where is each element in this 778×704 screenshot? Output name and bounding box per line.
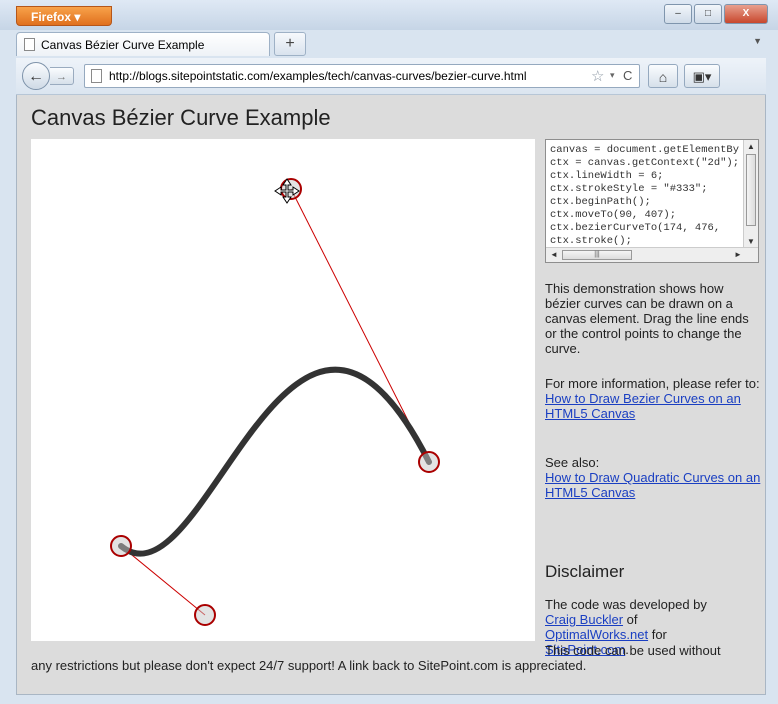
link-bezier-article[interactable]: How to Draw Bezier Curves on an HTML5 Ca… bbox=[545, 391, 741, 421]
reload-icon[interactable]: C bbox=[623, 68, 637, 84]
maximize-button[interactable]: □ bbox=[694, 4, 722, 24]
disclaimer-heading: Disclaimer bbox=[545, 562, 625, 581]
firefox-menu-button[interactable]: Firefox ▾ bbox=[16, 6, 112, 26]
start-point-handle[interactable] bbox=[110, 535, 132, 557]
horizontal-scroll-thumb[interactable]: ||| bbox=[562, 250, 632, 260]
canvas-svg bbox=[110, 178, 440, 626]
back-forward-group: ← → bbox=[22, 62, 78, 90]
link-company[interactable]: OptimalWorks.net bbox=[545, 627, 648, 642]
code-listing[interactable]: canvas = document.getElementById("canvas… bbox=[545, 139, 759, 263]
code-vertical-scrollbar[interactable]: ▲ ▼ bbox=[743, 140, 758, 248]
forward-button[interactable]: → bbox=[50, 67, 74, 85]
end-point-handle[interactable] bbox=[418, 451, 440, 473]
firefox-menu-label: Firefox bbox=[31, 10, 72, 24]
site-page-icon bbox=[91, 69, 102, 83]
link-author[interactable]: Craig Buckler bbox=[545, 612, 623, 627]
url-bar[interactable]: ☆ ▾ C bbox=[84, 64, 640, 88]
tab-strip: Canvas Bézier Curve Example + ▼ bbox=[16, 32, 766, 58]
new-tab-button[interactable]: + bbox=[274, 32, 306, 56]
page-title: Canvas Bézier Curve Example bbox=[31, 105, 331, 130]
browser-window: Firefox ▾ – □ X Canvas Bézier Curve Exam… bbox=[0, 0, 778, 704]
bookmark-star-icon[interactable]: ☆ bbox=[591, 67, 604, 85]
scroll-right-icon[interactable]: ► bbox=[734, 250, 742, 259]
bezier-canvas[interactable] bbox=[31, 139, 535, 641]
navigation-toolbar: ← → ☆ ▾ C ⌂ ▣▾ bbox=[16, 58, 766, 95]
tab-active[interactable]: Canvas Bézier Curve Example bbox=[16, 32, 270, 56]
page-icon bbox=[24, 38, 35, 51]
credits-prefix: The code was developed by bbox=[545, 597, 707, 612]
see-also-text: See also: bbox=[545, 455, 600, 470]
tab-list-arrow-icon[interactable]: ▼ bbox=[753, 36, 762, 46]
minimize-button[interactable]: – bbox=[664, 4, 692, 24]
more-info-text: For more information, please refer to: bbox=[545, 376, 760, 391]
url-history-arrow-icon[interactable]: ▾ bbox=[610, 70, 615, 81]
description-text: This demonstration shows how bézier curv… bbox=[545, 281, 749, 356]
vertical-scroll-thumb[interactable] bbox=[746, 154, 756, 226]
back-button[interactable]: ← bbox=[22, 62, 50, 90]
handle-line-start bbox=[120, 545, 206, 616]
close-button[interactable]: X bbox=[724, 4, 768, 24]
scroll-left-icon[interactable]: ◄ bbox=[550, 250, 558, 259]
tab-title: Canvas Bézier Curve Example bbox=[41, 38, 205, 52]
title-bar: Firefox ▾ – □ X bbox=[0, 0, 778, 30]
page-content: Canvas Bézier Curve Example canvas = doc… bbox=[16, 95, 766, 695]
see-also-block: See also: How to Draw Quadratic Curves o… bbox=[545, 455, 761, 500]
more-info-block: For more information, please refer to: H… bbox=[545, 376, 761, 421]
code-horizontal-scrollbar[interactable]: ◄ ||| ► bbox=[546, 247, 758, 262]
credits-of: of bbox=[626, 612, 638, 627]
home-button[interactable]: ⌂ bbox=[648, 64, 678, 88]
url-input[interactable] bbox=[109, 67, 549, 85]
link-quadratic-article[interactable]: How to Draw Quadratic Curves on an HTML5… bbox=[545, 470, 760, 500]
code-text: canvas = document.getElementById("canvas… bbox=[550, 144, 740, 247]
bezier-curve bbox=[118, 366, 432, 557]
bookmarks-button[interactable]: ▣▾ bbox=[684, 64, 720, 88]
scroll-up-icon[interactable]: ▲ bbox=[747, 142, 755, 151]
control-point-1-handle[interactable] bbox=[194, 604, 216, 626]
scroll-down-icon[interactable]: ▼ bbox=[747, 237, 755, 246]
window-controls: – □ X bbox=[664, 4, 768, 24]
control-point-2-handle[interactable] bbox=[280, 178, 302, 200]
footer-line-2: any restrictions but please don't expect… bbox=[31, 658, 587, 673]
credits-for: for bbox=[651, 627, 667, 642]
footer-line-1: This code can be used without bbox=[545, 643, 721, 658]
